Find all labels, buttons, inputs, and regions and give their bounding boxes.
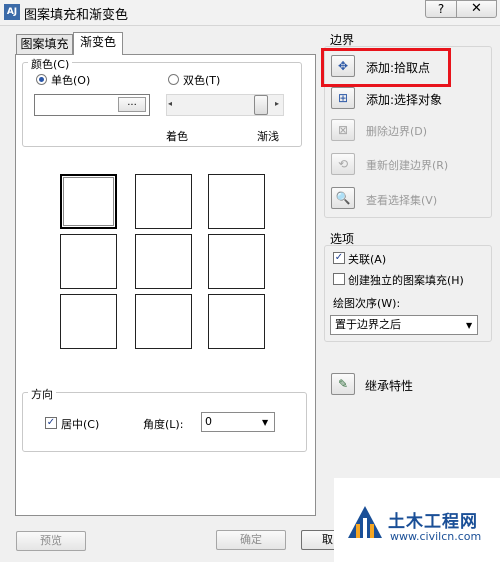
gradient-pattern-3[interactable] — [208, 174, 265, 229]
close-button[interactable]: ✕ — [457, 0, 497, 18]
highlight-annotation-box — [321, 48, 451, 87]
app-icon: AJ — [4, 4, 20, 20]
shade-label: 着色 — [166, 130, 188, 143]
draw-order-dropdown-arrow-icon[interactable]: ▼ — [466, 321, 472, 330]
centered-label[interactable]: 居中(C) — [61, 416, 99, 432]
view-selections-button: 查看选择集(V) — [366, 194, 438, 207]
slider-left-arrow-icon[interactable]: ◂ — [168, 99, 172, 108]
single-color-radio[interactable] — [36, 74, 47, 85]
remove-boundary-icon: ⊠ — [331, 119, 355, 141]
slider-right-arrow-icon[interactable]: ▸ — [275, 99, 279, 108]
help-button[interactable]: ? — [425, 0, 457, 18]
color-group-label: 颜色(C) — [28, 56, 73, 72]
gradient-pattern-6[interactable] — [208, 234, 265, 289]
angle-dropdown-arrow-icon[interactable]: ▼ — [262, 418, 268, 427]
preview-button: 预览 — [16, 531, 86, 551]
separate-hatches-label[interactable]: 创建独立的图案填充(H) — [348, 272, 464, 288]
tint-label: 渐浅 — [257, 130, 279, 143]
gradient-pattern-5[interactable] — [135, 234, 192, 289]
single-color-label[interactable]: 单色(O) — [51, 72, 90, 88]
centered-checkbox[interactable]: ✓ — [45, 417, 57, 429]
window-title: 图案填充和渐变色 — [24, 8, 129, 23]
draw-order-select[interactable]: 置于边界之后 — [330, 315, 478, 335]
angle-label: 角度(L): — [143, 418, 184, 431]
view-selection-icon: 🔍 — [331, 187, 355, 209]
gradient-pattern-2[interactable] — [135, 174, 192, 229]
gradient-pattern-7[interactable] — [60, 294, 117, 349]
watermark-logo-icon — [348, 506, 382, 538]
recreate-boundary-button: 重新创建边界(R) — [366, 159, 449, 172]
separate-hatches-checkbox[interactable] — [333, 273, 345, 285]
draw-order-label: 绘图次序(W): — [333, 297, 401, 310]
two-color-label[interactable]: 双色(T) — [183, 72, 220, 88]
tab-gradient[interactable]: 渐变色 — [73, 32, 123, 55]
watermark-title: 土木工程网 — [388, 512, 478, 532]
two-color-radio[interactable] — [168, 74, 179, 85]
ok-button: 确定 — [216, 530, 286, 550]
watermark-url: www.civilcn.com — [390, 530, 482, 543]
gradient-pattern-4[interactable] — [60, 234, 117, 289]
associative-label[interactable]: 关联(A) — [348, 251, 386, 267]
orientation-group-label: 方向 — [28, 386, 56, 402]
add-select-objects-button[interactable]: 添加:选择对象 — [366, 91, 442, 108]
tab-hatch[interactable]: 图案填充 — [16, 34, 73, 54]
inherit-properties-icon[interactable]: ✎ — [331, 373, 355, 395]
recreate-boundary-icon: ⟲ — [331, 153, 355, 175]
remove-boundaries-button: 删除边界(D) — [366, 125, 428, 138]
gradient-pattern-8[interactable] — [135, 294, 192, 349]
color-pick-button[interactable]: ... — [118, 97, 146, 112]
select-objects-icon[interactable]: ⊞ — [331, 87, 355, 109]
gradient-pattern-9[interactable] — [208, 294, 265, 349]
inherit-properties-button[interactable]: 继承特性 — [365, 377, 413, 394]
associative-checkbox[interactable]: ✓ — [333, 252, 345, 264]
gradient-pattern-1[interactable] — [60, 174, 117, 229]
slider-thumb[interactable] — [254, 95, 268, 115]
